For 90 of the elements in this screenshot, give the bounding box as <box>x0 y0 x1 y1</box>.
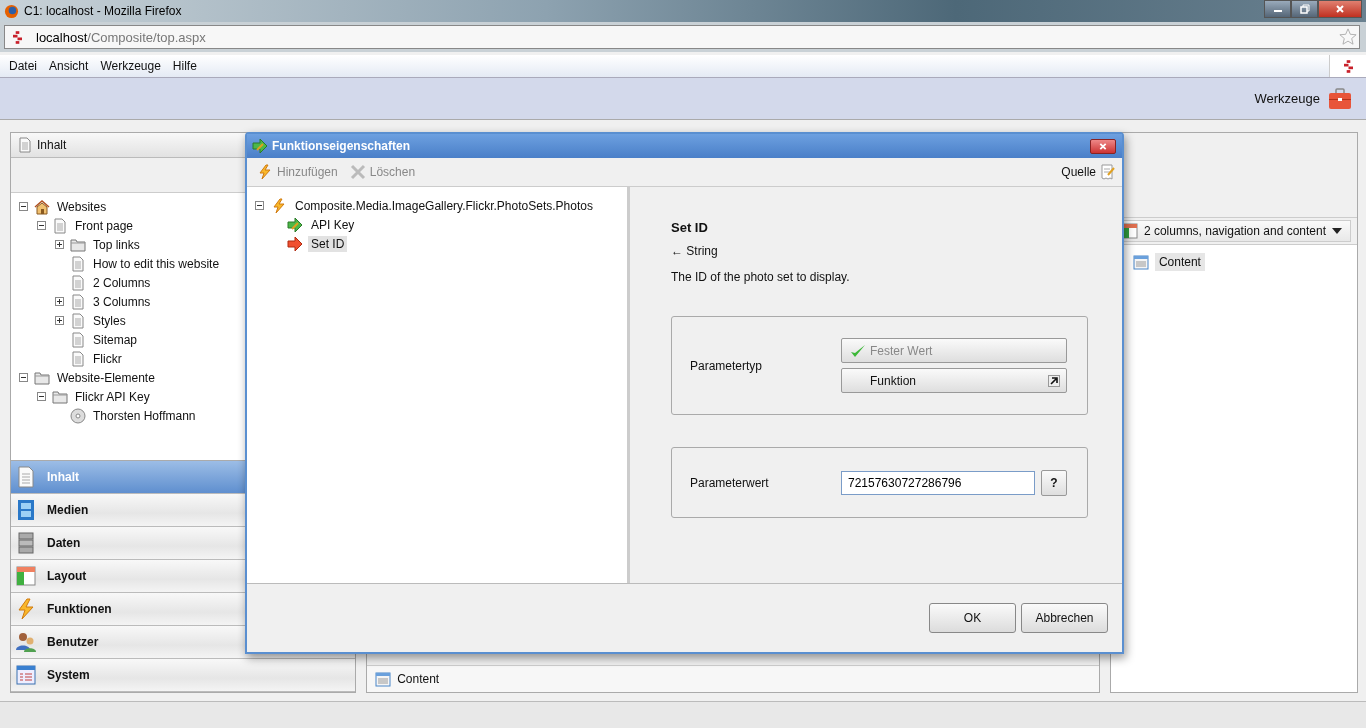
folder-icon <box>70 236 86 253</box>
house-icon <box>34 198 50 215</box>
address-field[interactable]: localhost/Composite/top.aspx <box>4 25 1360 49</box>
parameter-type: ← String <box>671 244 719 258</box>
tree-item[interactable]: Websites <box>54 198 110 215</box>
collapse-toggle[interactable] <box>37 221 48 230</box>
tree-item[interactable]: Sitemap <box>90 331 141 348</box>
toolbox-icon[interactable] <box>1328 87 1352 110</box>
expand-toggle[interactable] <box>55 297 66 306</box>
tree-item[interactable]: Thorsten Hoffmann <box>90 407 199 424</box>
page-icon <box>52 217 68 234</box>
database-icon <box>15 532 37 554</box>
window-title: C1: localhost - Mozilla Firefox <box>24 4 182 18</box>
caret-icon <box>1332 228 1342 234</box>
page-icon <box>70 274 86 291</box>
delete-icon <box>349 164 366 180</box>
tree-item[interactable]: Styles <box>90 312 129 329</box>
document-edit-icon <box>1100 164 1116 180</box>
restore-icon <box>1299 4 1310 14</box>
tree-item[interactable]: API Key <box>308 216 358 233</box>
lightning-icon <box>15 598 37 620</box>
close-button[interactable] <box>1318 0 1362 18</box>
folder-icon <box>52 388 68 405</box>
field-label: Parametertyp <box>690 358 764 373</box>
menu-item[interactable]: Datei <box>3 59 43 73</box>
layout-icon <box>15 565 37 587</box>
content-item[interactable]: Content <box>1154 253 1205 271</box>
panel-tab[interactable]: Inhalt <box>11 137 67 153</box>
tree-item[interactable]: Flickr API Key <box>72 388 153 405</box>
tools-label[interactable]: Werkzeuge <box>1254 91 1320 106</box>
page-icon <box>70 255 86 272</box>
page-icon <box>70 350 86 367</box>
tree-item[interactable]: Flickr <box>90 350 125 367</box>
collapse-toggle[interactable] <box>255 201 266 210</box>
content-item[interactable]: Content <box>397 672 440 686</box>
users-icon <box>15 631 37 653</box>
source-button[interactable]: Quelle <box>1059 164 1118 180</box>
close-icon <box>1098 141 1108 151</box>
arrow-icon <box>287 235 303 252</box>
film-icon <box>15 499 37 521</box>
parameter-description: The ID of the photo set to display. <box>671 270 851 284</box>
help-button[interactable]: ? <box>1041 469 1067 496</box>
page-icon <box>70 312 86 329</box>
menu-item[interactable]: Werkzeuge <box>94 59 167 73</box>
logo-icon <box>1343 59 1353 73</box>
ok-button[interactable]: OK <box>929 603 1016 633</box>
tree-item[interactable]: Composite.Media.ImageGallery.Flickr.PhotoSets.Photos <box>292 197 596 214</box>
nav-button[interactable]: System <box>11 659 356 692</box>
lightning-icon <box>271 197 287 214</box>
disc-icon <box>70 407 86 424</box>
lightning-icon <box>257 164 273 180</box>
tree-item[interactable]: Set ID <box>308 235 348 252</box>
checkmark-icon <box>850 342 866 359</box>
close-button[interactable] <box>1090 138 1116 154</box>
parameter-name: Set ID <box>671 220 709 235</box>
tree-item[interactable]: 3 Columns <box>90 293 154 310</box>
firefox-icon <box>4 3 19 19</box>
external-arrow-icon <box>1048 374 1060 387</box>
tree-item[interactable]: Front page <box>72 217 137 234</box>
template-icon <box>1132 254 1149 270</box>
close-icon <box>1335 4 1345 14</box>
page-icon <box>15 466 37 488</box>
collapse-toggle[interactable] <box>19 202 30 211</box>
menu-item[interactable]: Ansicht <box>43 59 95 73</box>
type-option-button[interactable]: Funktion <box>841 368 1067 393</box>
minimize-button[interactable] <box>1264 0 1291 18</box>
collapse-toggle[interactable] <box>37 392 48 401</box>
page-icon <box>17 137 33 153</box>
page-icon <box>70 331 86 348</box>
menu-item[interactable]: Hilfe <box>166 59 203 73</box>
window-icon <box>15 664 37 686</box>
template-icon <box>375 671 392 687</box>
collapse-toggle[interactable] <box>19 373 30 382</box>
restore-button[interactable] <box>1291 0 1318 18</box>
site-icon <box>13 30 22 44</box>
expand-toggle[interactable] <box>55 316 66 325</box>
page-icon <box>70 293 86 310</box>
tree-item[interactable]: How to edit this website <box>90 255 223 272</box>
function-arrow-icon <box>252 138 268 154</box>
dialog-title: Funktionseigenschaften <box>272 139 411 153</box>
expand-toggle[interactable] <box>55 240 66 249</box>
field-label: Parameterwert <box>690 475 770 490</box>
arrow-pencil-icon <box>287 216 303 233</box>
bookmark-star-icon[interactable] <box>1339 28 1357 46</box>
folder-icon <box>34 369 50 386</box>
tree-item[interactable]: Website-Elemente <box>54 369 158 386</box>
value-field[interactable]: 72157630727286796 <box>841 470 1035 495</box>
tree-item[interactable]: Top links <box>90 236 143 253</box>
cancel-button[interactable]: Abbrechen <box>1021 603 1108 633</box>
tree-item[interactable]: 2 Columns <box>90 274 154 291</box>
